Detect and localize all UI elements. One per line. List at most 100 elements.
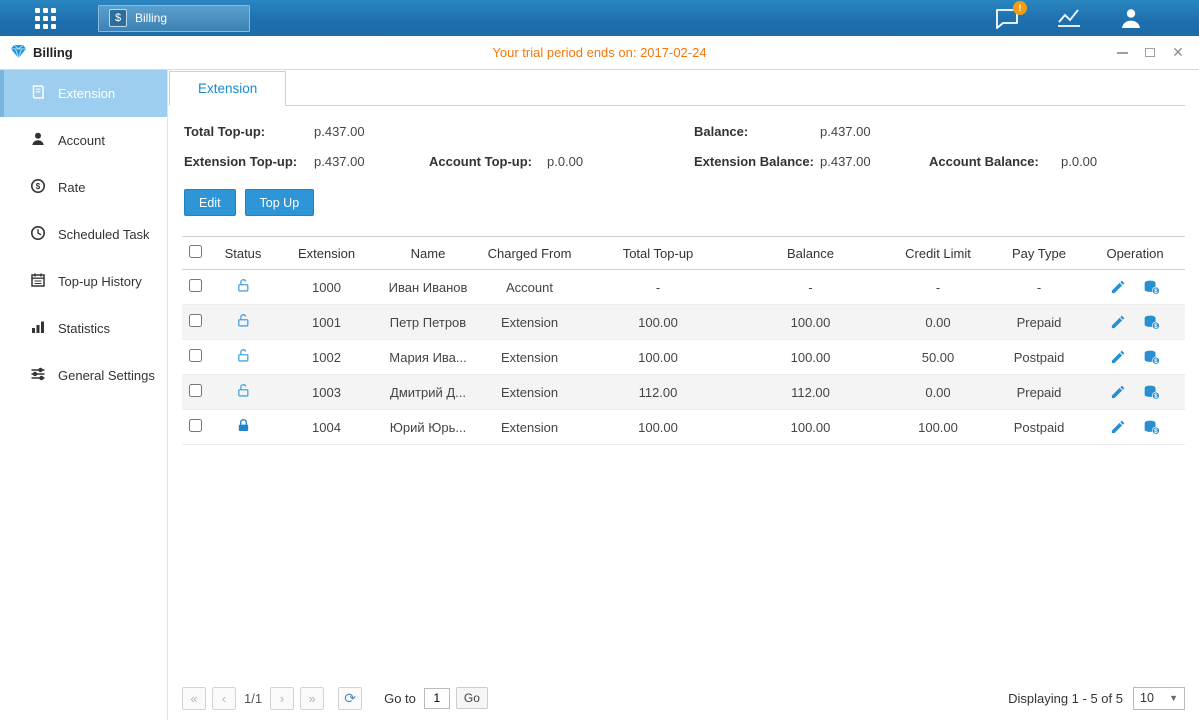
row-checkbox[interactable] bbox=[189, 384, 202, 397]
next-page-icon[interactable]: › bbox=[270, 687, 294, 710]
row-checkbox[interactable] bbox=[189, 419, 202, 432]
locked-icon bbox=[236, 421, 251, 436]
sidebar-item-statistics[interactable]: Statistics bbox=[0, 305, 167, 352]
sidebar-item-label: Scheduled Task bbox=[58, 227, 150, 242]
row-checkbox[interactable] bbox=[189, 349, 202, 362]
extension-balance-value: p.437.00 bbox=[820, 154, 871, 169]
notification-badge: ! bbox=[1013, 1, 1027, 15]
rate-icon: $ bbox=[30, 178, 46, 197]
tab-bar: Extension bbox=[169, 70, 1185, 106]
account-topup-value: p.0.00 bbox=[547, 154, 583, 169]
balance-value: p.437.00 bbox=[820, 124, 871, 139]
edit-icon[interactable] bbox=[1110, 385, 1125, 400]
sidebar-item-general-settings[interactable]: General Settings bbox=[0, 352, 167, 399]
extension-icon bbox=[30, 84, 46, 103]
top-up-button[interactable]: Top Up bbox=[245, 189, 315, 216]
cell-total-topup: 100.00 bbox=[578, 340, 738, 375]
edit-icon[interactable] bbox=[1110, 420, 1125, 435]
goto-label: Go to bbox=[384, 691, 416, 706]
sidebar-item-label: Top-up History bbox=[58, 274, 142, 289]
cell-credit-limit: 0.00 bbox=[883, 375, 993, 410]
billing-gem-icon bbox=[10, 44, 27, 62]
table-row[interactable]: 1003 Дмитрий Д... Extension 112.00 112.0… bbox=[182, 375, 1185, 410]
sidebar-item-account[interactable]: Account bbox=[0, 117, 167, 164]
edit-icon[interactable] bbox=[1110, 350, 1125, 365]
top-up-icon[interactable]: $ bbox=[1143, 280, 1160, 295]
col-charged-from: Charged From bbox=[481, 237, 578, 270]
sidebar-item-extension[interactable]: Extension bbox=[0, 70, 167, 117]
edit-button[interactable]: Edit bbox=[184, 189, 236, 216]
cell-pay-type: Prepaid bbox=[993, 375, 1085, 410]
sidebar-item-label: Extension bbox=[58, 86, 115, 101]
table-row[interactable]: 1002 Мария Ива... Extension 100.00 100.0… bbox=[182, 340, 1185, 375]
unlocked-icon bbox=[236, 351, 251, 366]
top-up-icon[interactable]: $ bbox=[1143, 385, 1160, 400]
minimize-icon[interactable] bbox=[1115, 46, 1129, 60]
top-up-icon[interactable]: $ bbox=[1143, 420, 1160, 435]
sliders-icon bbox=[30, 366, 46, 385]
edit-icon[interactable] bbox=[1110, 280, 1125, 295]
col-name: Name bbox=[375, 237, 481, 270]
user-icon[interactable] bbox=[1117, 6, 1145, 30]
window-title-bar: Your trial period ends on: 2017-02-24 Bi… bbox=[0, 36, 1199, 70]
edit-icon[interactable] bbox=[1110, 315, 1125, 330]
top-up-icon[interactable]: $ bbox=[1143, 315, 1160, 330]
account-topup-label: Account Top-up: bbox=[429, 154, 547, 169]
total-topup-value: p.437.00 bbox=[314, 124, 365, 139]
cell-credit-limit: 100.00 bbox=[883, 410, 993, 445]
tab-extension[interactable]: Extension bbox=[169, 71, 286, 106]
cell-total-topup: 112.00 bbox=[578, 375, 738, 410]
topbar-tab-label: Billing bbox=[135, 11, 167, 25]
extension-balance-label: Extension Balance: bbox=[694, 154, 820, 169]
prev-page-icon[interactable]: ‹ bbox=[212, 687, 236, 710]
cell-extension: 1003 bbox=[278, 375, 375, 410]
table-row[interactable]: 1000 Иван Иванов Account - - - - $ bbox=[182, 270, 1185, 305]
table-row[interactable]: 1004 Юрий Юрь... Extension 100.00 100.00… bbox=[182, 410, 1185, 445]
total-topup-label: Total Top-up: bbox=[184, 124, 314, 139]
balance-label: Balance: bbox=[694, 124, 820, 139]
row-checkbox[interactable] bbox=[189, 279, 202, 292]
cell-pay-type: - bbox=[993, 270, 1085, 305]
cell-charged-from: Extension bbox=[481, 410, 578, 445]
row-checkbox[interactable] bbox=[189, 314, 202, 327]
svg-text:$: $ bbox=[1154, 393, 1158, 400]
calendar-icon bbox=[30, 272, 46, 291]
svg-text:$: $ bbox=[1154, 323, 1158, 330]
dollar-icon: $ bbox=[109, 9, 127, 27]
cell-name: Петр Петров bbox=[375, 305, 481, 340]
cell-pay-type: Postpaid bbox=[993, 410, 1085, 445]
cell-name: Мария Ива... bbox=[375, 340, 481, 375]
close-icon[interactable]: ✕ bbox=[1171, 46, 1185, 60]
sidebar-item-rate[interactable]: $ Rate bbox=[0, 164, 167, 211]
page-size-select[interactable]: 10 ▼ bbox=[1133, 687, 1185, 710]
go-button[interactable]: Go bbox=[456, 687, 488, 709]
cell-extension: 1001 bbox=[278, 305, 375, 340]
top-up-icon[interactable]: $ bbox=[1143, 350, 1160, 365]
svg-text:$: $ bbox=[1154, 358, 1158, 365]
last-page-icon[interactable]: » bbox=[300, 687, 324, 710]
refresh-icon[interactable]: ⟳ bbox=[338, 687, 362, 710]
cell-balance: - bbox=[738, 270, 883, 305]
chart-icon[interactable] bbox=[1055, 6, 1083, 30]
select-all-checkbox[interactable] bbox=[189, 245, 202, 258]
main-panel: Extension Total Top-up:p.437.00 Balance:… bbox=[168, 70, 1199, 720]
extension-topup-label: Extension Top-up: bbox=[184, 154, 314, 169]
app-grid-icon[interactable] bbox=[35, 8, 56, 29]
chevron-down-icon: ▼ bbox=[1169, 693, 1178, 703]
sidebar-item-scheduled-task[interactable]: Scheduled Task bbox=[0, 211, 167, 258]
topbar-tab-billing[interactable]: $ Billing bbox=[98, 5, 250, 32]
account-icon bbox=[30, 131, 46, 150]
col-operation: Operation bbox=[1085, 237, 1185, 270]
summary-section: Total Top-up:p.437.00 Balance:p.437.00 E… bbox=[184, 124, 1183, 169]
goto-page-input[interactable] bbox=[424, 688, 450, 709]
maximize-icon[interactable] bbox=[1143, 46, 1157, 60]
sidebar-item-topup-history[interactable]: Top-up History bbox=[0, 258, 167, 305]
col-pay-type: Pay Type bbox=[993, 237, 1085, 270]
col-credit-limit: Credit Limit bbox=[883, 237, 993, 270]
chat-icon[interactable]: ! bbox=[993, 6, 1021, 30]
page-indicator: 1/1 bbox=[244, 691, 262, 706]
first-page-icon[interactable]: « bbox=[182, 687, 206, 710]
table-row[interactable]: 1001 Петр Петров Extension 100.00 100.00… bbox=[182, 305, 1185, 340]
svg-text:$: $ bbox=[1154, 288, 1158, 295]
top-bar: $ Billing ! bbox=[0, 0, 1199, 36]
